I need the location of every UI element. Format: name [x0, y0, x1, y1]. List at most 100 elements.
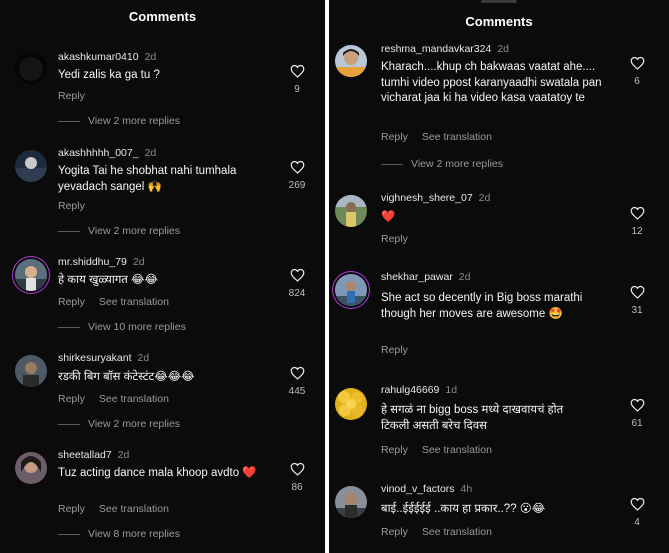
comment-actions: Reply: [381, 233, 408, 245]
comment-time: 2d: [117, 449, 130, 461]
comment-text: Yogita Tai he shobhat nahi tumhala yevad…: [58, 165, 237, 193]
like-button[interactable]: 824: [285, 268, 309, 299]
view-more-replies-button[interactable]: View 2 more replies: [381, 158, 503, 170]
reply-button[interactable]: Reply: [58, 200, 85, 212]
reply-button[interactable]: Reply: [381, 233, 408, 245]
avatar[interactable]: [15, 52, 47, 84]
comment-username[interactable]: vighnesh_shere_07: [381, 192, 473, 204]
see-translation-button[interactable]: See translation: [99, 503, 169, 515]
comment-time: 2d: [132, 256, 145, 268]
comment-text: ❤️: [381, 211, 396, 223]
reply-button[interactable]: Reply: [381, 344, 408, 356]
heart-outline-icon: [290, 268, 304, 282]
avatar[interactable]: [15, 259, 47, 291]
comment-username[interactable]: mr.shiddhu_79: [58, 256, 127, 268]
like-button[interactable]: 9: [285, 64, 309, 95]
like-count: 445: [288, 386, 306, 397]
comment-username[interactable]: sheetallad7: [58, 449, 112, 461]
like-button[interactable]: 445: [285, 366, 309, 397]
reply-button[interactable]: Reply: [381, 526, 408, 538]
comment-username[interactable]: shirkesuryakant: [58, 352, 132, 364]
comment-actions: Reply: [381, 344, 408, 356]
avatar[interactable]: [335, 486, 367, 518]
comment-username[interactable]: rahulg46669: [381, 384, 439, 396]
heart-outline-icon: [630, 285, 644, 299]
view-more-replies-button[interactable]: View 2 more replies: [58, 115, 180, 127]
comment-text: Kharach....khup ch bakwaas vaatat ahe...…: [381, 61, 602, 104]
comment-actions: Reply: [58, 90, 85, 102]
like-count: 824: [288, 288, 306, 299]
heart-outline-icon: [630, 56, 644, 70]
see-translation-button[interactable]: See translation: [422, 444, 492, 456]
panel-title: Comments: [128, 9, 197, 24]
heart-outline-icon: [630, 398, 644, 412]
comment-text: She act so decently in Big boss marathi …: [381, 292, 583, 320]
see-translation-button[interactable]: See translation: [422, 131, 492, 143]
comment-time: 2d: [144, 51, 157, 63]
avatar[interactable]: [15, 355, 47, 387]
avatar[interactable]: [15, 452, 47, 484]
panel-title: Comments: [465, 14, 533, 29]
comments-panel-left: Comments akashkumar0410 2d Yedi zalis ka …: [0, 0, 325, 553]
comment-text: हे काय खुळ्यागत 😂😂: [58, 274, 158, 286]
comment-time: 1d: [445, 384, 458, 396]
avatar[interactable]: [335, 195, 367, 227]
heart-outline-icon: [630, 206, 644, 220]
comment-text: Yedi zalis ka ga tu ?: [58, 69, 160, 81]
comment-username[interactable]: akashhhhh_007_: [58, 147, 139, 159]
heart-outline-icon: [290, 64, 304, 78]
like-button[interactable]: 61: [625, 398, 649, 429]
comment-time: 2d: [137, 352, 150, 364]
comment-actions: Reply See translation: [58, 393, 169, 405]
comment-username[interactable]: shekhar_pawar: [381, 271, 453, 283]
reply-button[interactable]: Reply: [58, 90, 85, 102]
comment-actions: Reply: [58, 200, 85, 212]
avatar[interactable]: [335, 388, 367, 420]
comment-time: 4h: [460, 483, 473, 495]
like-count: 4: [634, 517, 640, 528]
comment-text: हे सगळं ना bigg boss मध्ये दाखवायचं होत …: [381, 404, 564, 432]
comment-time: 2d: [478, 192, 491, 204]
comment-text: रडकी बिग बॉस कंटेस्टंट😂😂😂: [58, 371, 195, 383]
avatar[interactable]: [335, 45, 367, 77]
heart-outline-icon: [630, 497, 644, 511]
like-count: 9: [294, 84, 300, 95]
view-more-replies-button[interactable]: View 2 more replies: [58, 418, 180, 430]
comment-text: Tuz acting dance mala khoop avdto ❤️: [58, 467, 257, 479]
avatar[interactable]: [15, 150, 47, 182]
like-button[interactable]: 6: [625, 56, 649, 87]
comment-actions: Reply See translation: [381, 526, 492, 538]
like-button[interactable]: 86: [285, 462, 309, 493]
comment-username[interactable]: vinod_v_factors: [381, 483, 455, 495]
like-button[interactable]: 31: [625, 285, 649, 316]
see-translation-button[interactable]: See translation: [422, 526, 492, 538]
comment-username[interactable]: akashkumar0410: [58, 51, 139, 63]
like-button[interactable]: 12: [625, 206, 649, 237]
see-translation-button[interactable]: See translation: [99, 393, 169, 405]
drag-handle[interactable]: [481, 0, 517, 3]
like-count: 269: [288, 180, 306, 191]
view-more-replies-button[interactable]: View 2 more replies: [58, 225, 180, 237]
comment-time: 2d: [144, 147, 157, 159]
view-more-replies-button[interactable]: View 8 more replies: [58, 528, 180, 540]
comment-username[interactable]: reshma_mandavkar324: [381, 43, 491, 55]
comment-actions: Reply See translation: [381, 444, 492, 456]
like-button[interactable]: 269: [285, 160, 309, 191]
reply-button[interactable]: Reply: [381, 444, 408, 456]
like-count: 86: [291, 482, 303, 493]
avatar[interactable]: [335, 274, 367, 306]
comment-time: 2d: [458, 271, 471, 283]
reply-button[interactable]: Reply: [58, 503, 85, 515]
see-translation-button[interactable]: See translation: [99, 296, 169, 308]
comment-actions: Reply See translation: [58, 503, 169, 515]
view-more-replies-button[interactable]: View 10 more replies: [58, 321, 186, 333]
reply-button[interactable]: Reply: [381, 131, 408, 143]
like-count: 6: [634, 76, 640, 87]
reply-button[interactable]: Reply: [58, 393, 85, 405]
heart-outline-icon: [290, 462, 304, 476]
like-button[interactable]: 4: [625, 497, 649, 528]
heart-outline-icon: [290, 366, 304, 380]
comment-actions: Reply See translation: [58, 296, 169, 308]
comments-panel-right: Comments reshma_mandavkar324 2d Kharach..…: [329, 0, 669, 553]
reply-button[interactable]: Reply: [58, 296, 85, 308]
